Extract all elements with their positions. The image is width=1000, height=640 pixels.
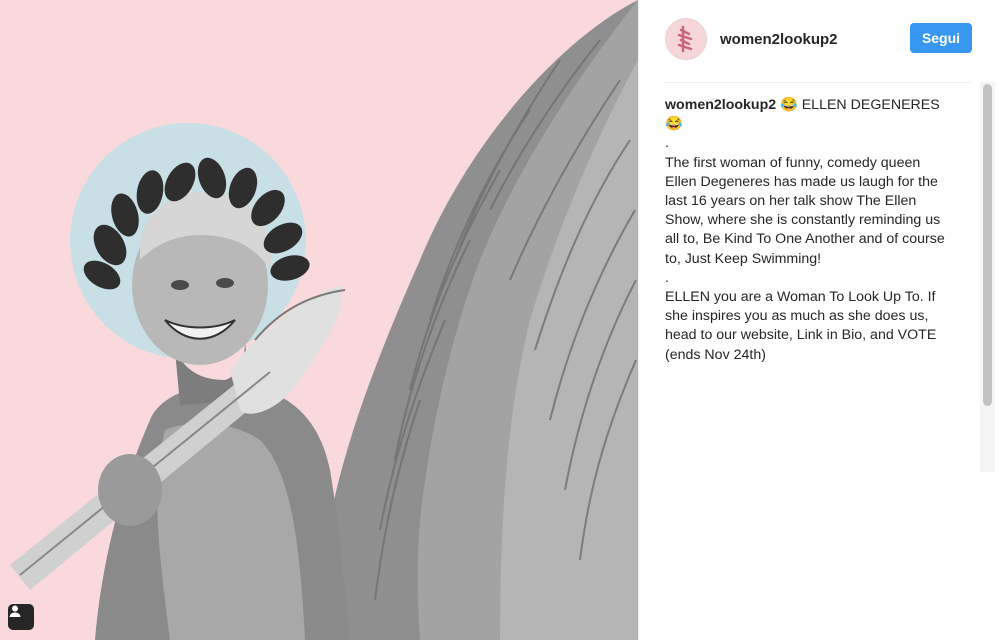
user-tag-icon: [9, 605, 21, 617]
post-illustration: [10, 0, 638, 640]
women2lookup2-logo-icon: [677, 25, 693, 53]
tag-button[interactable]: [8, 604, 34, 630]
angel-wing: [325, 0, 638, 640]
caption-dot-1: .: [665, 135, 669, 152]
caption: women2lookup2 😂 ELLEN DEGENERES 😂 . The …: [665, 96, 955, 365]
avatar[interactable]: [665, 18, 707, 60]
caption-paragraph-2: ELLEN you are a Woman To Look Up To. If …: [665, 289, 937, 363]
post-details-panel: women2lookup2 Segui women2lookup2 😂 ELLE…: [638, 0, 1000, 640]
hand: [98, 454, 162, 526]
post-image[interactable]: [0, 0, 638, 640]
caption-title-line: women2lookup2 😂 ELLEN DEGENERES 😂: [665, 96, 955, 134]
caption-dot-2: .: [665, 269, 669, 286]
caption-username[interactable]: women2lookup2: [665, 97, 776, 113]
caption-paragraph-1: The first woman of funny, comedy queen E…: [665, 154, 945, 267]
post-username[interactable]: women2lookup2: [720, 31, 838, 48]
post-header: women2lookup2 Segui: [665, 18, 991, 68]
follow-button[interactable]: Segui: [910, 23, 972, 53]
scrollbar-thumb[interactable]: [983, 84, 992, 406]
header-divider: [663, 82, 971, 83]
